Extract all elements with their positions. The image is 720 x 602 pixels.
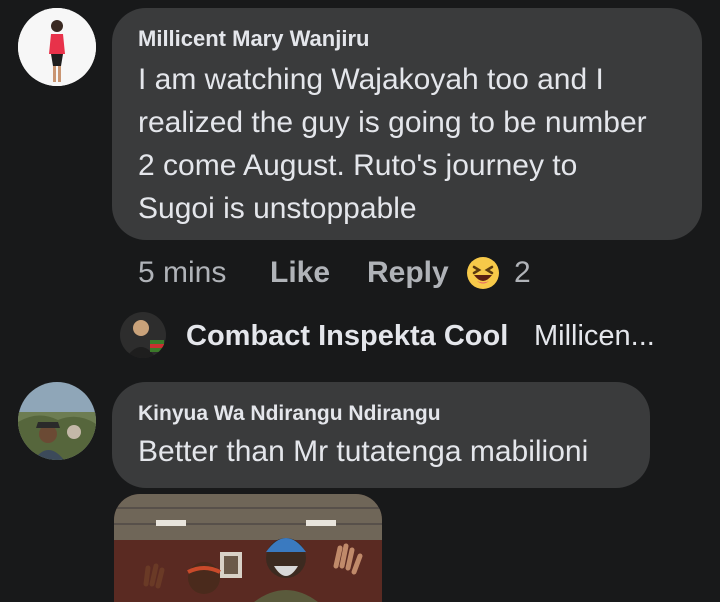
comment-timestamp: 5 mins bbox=[138, 256, 227, 289]
person-photo-icon bbox=[18, 8, 96, 86]
like-button[interactable]: Like bbox=[270, 256, 330, 290]
reaction-count: 2 bbox=[514, 256, 531, 289]
comment-line: I am watching Wajakoyah too and I bbox=[138, 63, 604, 96]
person-photo-icon bbox=[120, 312, 166, 358]
reply-snippet: Millicen... bbox=[534, 320, 655, 352]
comment-photo[interactable] bbox=[114, 494, 382, 602]
reply-preview[interactable]: Combact Inspekta Cool Millicen... bbox=[120, 312, 720, 362]
avatar[interactable] bbox=[18, 8, 96, 86]
comment-line: 2 come August. Ruto's journey to bbox=[138, 149, 578, 182]
reply-author-avatar bbox=[120, 312, 166, 358]
comment-line: Sugoi is unstoppable bbox=[138, 192, 417, 225]
reply-author-name: Combact Inspekta Cool bbox=[186, 320, 509, 352]
avatar[interactable] bbox=[18, 382, 96, 460]
reply-button[interactable]: Reply bbox=[367, 256, 449, 290]
photo-image bbox=[114, 494, 382, 602]
comment-text: I am watching Wajakoyah too and I realiz… bbox=[138, 58, 698, 230]
comment-line: realized the guy is going to be number bbox=[138, 106, 647, 139]
comment-author[interactable]: Kinyua Wa Ndirangu Ndirangu bbox=[138, 402, 441, 426]
comment-author[interactable]: Millicent Mary Wanjiru bbox=[138, 26, 369, 52]
laughing-emoji-icon bbox=[467, 257, 499, 289]
comment-text: Better than Mr tutatenga mabilioni bbox=[138, 435, 589, 468]
person-photo-icon bbox=[18, 382, 96, 460]
